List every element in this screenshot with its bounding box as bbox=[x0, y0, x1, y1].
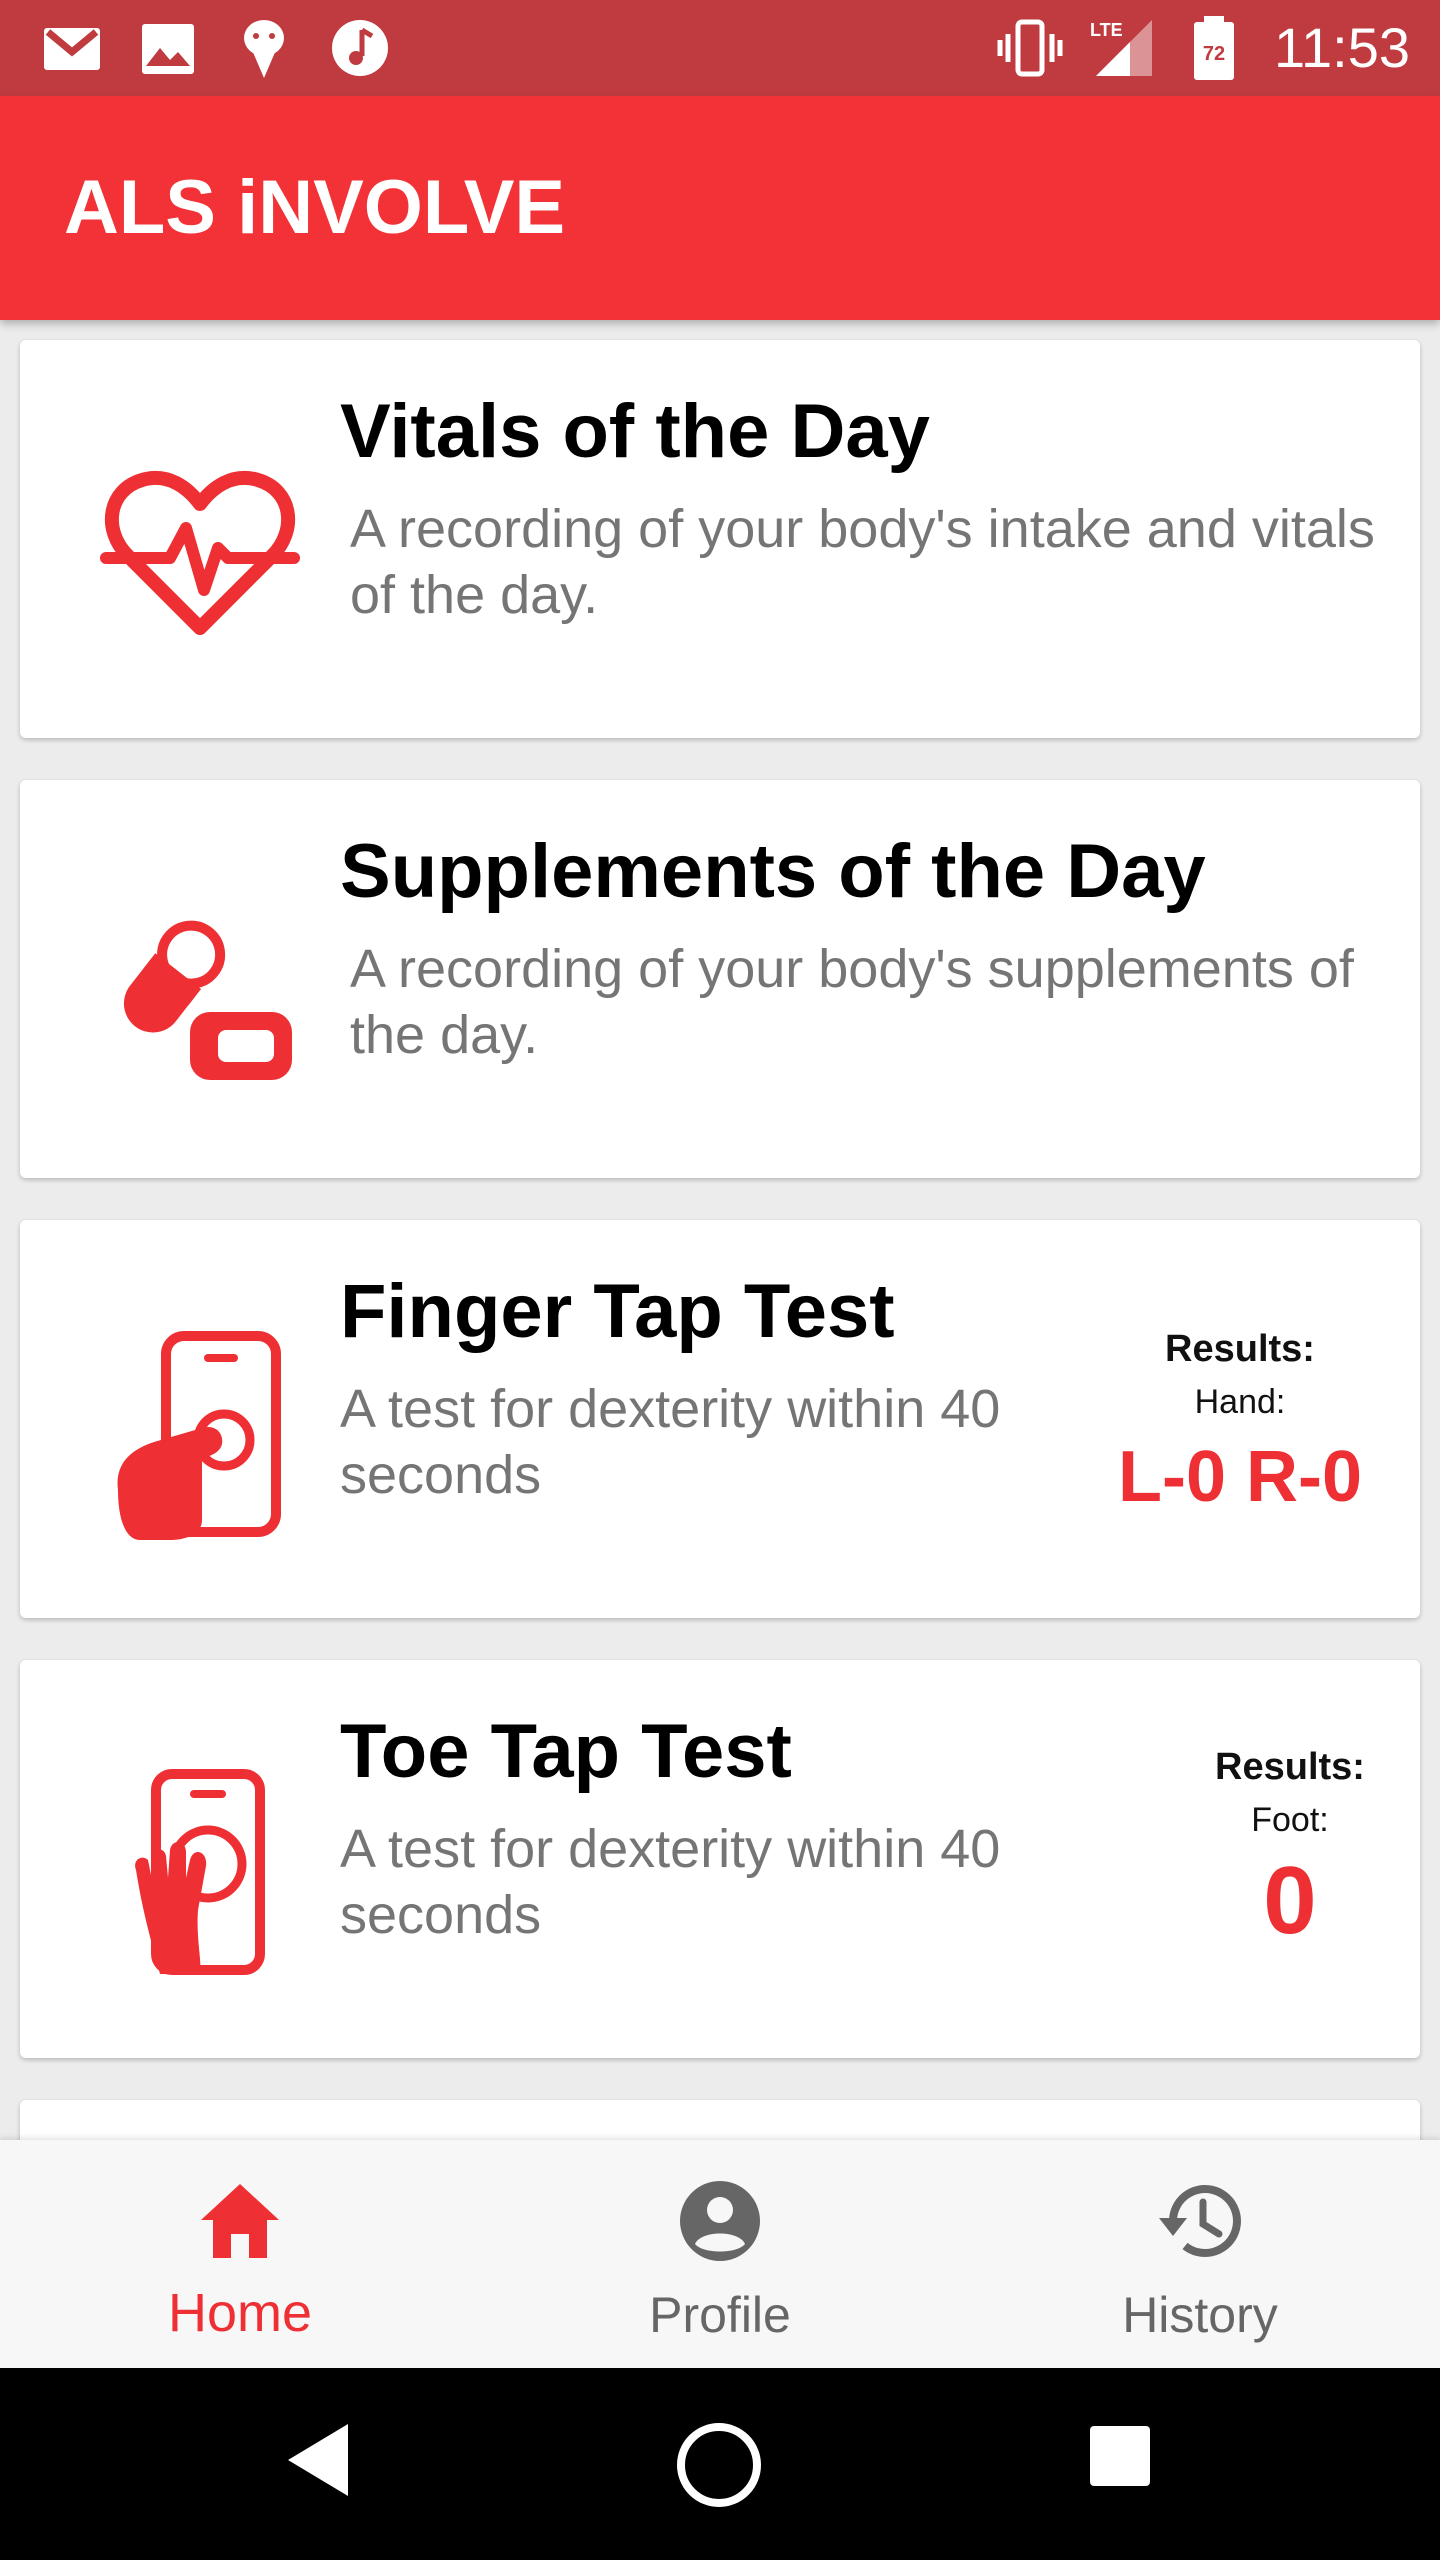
system-navigation-bar bbox=[0, 2368, 1440, 2560]
card-title: Toe Tap Test bbox=[340, 1709, 792, 1794]
results-value: 0 bbox=[1263, 1847, 1317, 1954]
results-label: Results: bbox=[1215, 1746, 1365, 1788]
music-icon bbox=[332, 20, 388, 76]
svg-text:72: 72 bbox=[1203, 43, 1225, 65]
profile-icon bbox=[680, 2181, 760, 2261]
heartbeat-icon bbox=[100, 470, 300, 635]
clock: 11:53 bbox=[1274, 16, 1410, 79]
card-description: A recording of your body's supplements o… bbox=[350, 939, 1354, 1065]
gmail-icon bbox=[44, 28, 100, 70]
card-title: Supplements of the Day bbox=[340, 829, 1206, 914]
pill-icon bbox=[123, 915, 292, 1080]
battery-icon: 72 bbox=[1194, 16, 1234, 80]
recents-icon[interactable] bbox=[1088, 2424, 1152, 2488]
card-finger-tap[interactable]: Finger Tap Test A test for dexterity wit… bbox=[20, 1220, 1420, 1618]
signal-icon: LTE bbox=[1090, 20, 1152, 76]
card-description: A test for dexterity within 40 seconds bbox=[340, 1819, 1001, 1945]
card-next[interactable] bbox=[20, 2100, 1420, 2140]
vibrate-icon bbox=[997, 19, 1063, 77]
back-icon[interactable] bbox=[282, 2420, 354, 2500]
nav-home[interactable]: Home bbox=[0, 2140, 480, 2368]
toe-tap-icon bbox=[135, 1769, 265, 1975]
home-button-icon[interactable] bbox=[674, 2420, 764, 2510]
card-list[interactable]: Vitals of the Day A recording of your bo… bbox=[0, 320, 1440, 2140]
results-sub-label: Hand: bbox=[1194, 1383, 1286, 1421]
nav-label: History bbox=[1122, 2287, 1278, 2343]
app-bar: ALS iNVOLVE bbox=[0, 96, 1440, 320]
results-sub-label: Foot: bbox=[1251, 1801, 1329, 1839]
card-description: A test for dexterity within 40 seconds bbox=[340, 1379, 1001, 1505]
results-label: Results: bbox=[1165, 1328, 1315, 1370]
results-panel: Results: Hand: L-0 R-0 bbox=[1090, 1328, 1390, 1518]
card-toe-tap[interactable]: Toe Tap Test A test for dexterity within… bbox=[20, 1660, 1420, 2058]
home-icon bbox=[201, 2184, 279, 2258]
results-value: L-0 R-0 bbox=[1117, 1437, 1363, 1517]
history-icon bbox=[1159, 2185, 1241, 2257]
card-vitals[interactable]: Vitals of the Day A recording of your bo… bbox=[20, 340, 1420, 738]
nav-label: Home bbox=[167, 2283, 313, 2343]
image-icon bbox=[142, 24, 194, 74]
nav-label: Profile bbox=[649, 2287, 791, 2343]
card-supplements[interactable]: Supplements of the Day A recording of yo… bbox=[20, 780, 1420, 1178]
svg-text:LTE: LTE bbox=[1090, 20, 1123, 40]
bottom-navigation: Home Profile History bbox=[0, 2140, 1440, 2368]
finger-tap-icon bbox=[117, 1331, 281, 1540]
card-description: A recording of your body's intake and vi… bbox=[350, 499, 1375, 625]
results-panel: Results: Foot: 0 bbox=[1140, 1746, 1440, 1956]
app-icon bbox=[244, 20, 284, 78]
status-bar: LTE 72 11:53 bbox=[0, 0, 1440, 96]
nav-profile[interactable]: Profile bbox=[480, 2140, 960, 2368]
nav-history[interactable]: History bbox=[960, 2140, 1440, 2368]
app-title: ALS iNVOLVE bbox=[64, 165, 566, 250]
card-title: Finger Tap Test bbox=[340, 1269, 895, 1354]
card-title: Vitals of the Day bbox=[340, 389, 930, 474]
